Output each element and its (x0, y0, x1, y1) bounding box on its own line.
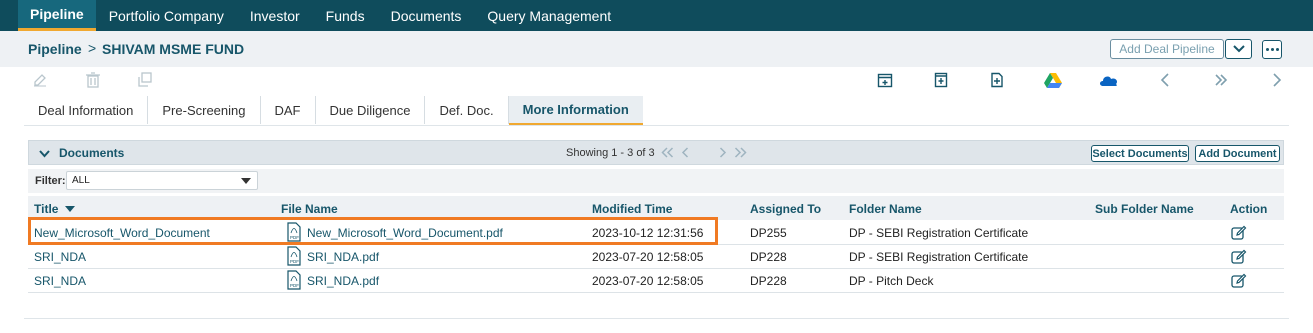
breadcrumb-root[interactable]: Pipeline (28, 41, 82, 57)
filter-select[interactable]: ALL (66, 171, 258, 190)
documents-panel: Documents Showing 1 - 3 of 3 Select Docu… (28, 140, 1284, 320)
first-page-icon[interactable] (660, 145, 674, 159)
tab-more-information[interactable]: More Information (508, 96, 643, 126)
calendar-add-icon[interactable] (876, 71, 894, 89)
tab-bar: Deal Information Pre-Screening DAF Due D… (24, 96, 643, 126)
breadcrumb-separator: > (88, 40, 97, 56)
column-modified-time[interactable]: Modified Time (592, 202, 672, 216)
svg-text:PDF: PDF (290, 235, 299, 240)
chevron-right-icon[interactable] (1268, 71, 1286, 89)
column-sub-folder-name[interactable]: Sub Folder Name (1095, 202, 1194, 216)
nav-investor[interactable]: Investor (237, 0, 313, 31)
dot (1275, 48, 1279, 51)
file-name-link[interactable]: New_Microsoft_Word_Document.pdf (307, 226, 503, 240)
nav-documents[interactable]: Documents (378, 0, 475, 31)
chevron-down-icon[interactable] (39, 146, 50, 161)
add-deal-pipeline-button[interactable]: Add Deal Pipeline (1110, 39, 1224, 59)
nav-funds[interactable]: Funds (313, 0, 378, 31)
more-options-button[interactable] (1262, 40, 1282, 59)
nav-portfolio-company[interactable]: Portfolio Company (96, 0, 237, 31)
table-header: Title File Name Modified Time Assigned T… (28, 196, 1284, 220)
google-drive-icon[interactable] (1044, 71, 1062, 89)
nav-query-management[interactable]: Query Management (474, 0, 624, 31)
nav-pipeline[interactable]: Pipeline (18, 0, 96, 31)
pdf-file-icon: PDF (287, 270, 301, 290)
delete-icon[interactable] (84, 71, 102, 89)
modified-time: 2023-10-12 12:31:56 (592, 226, 704, 240)
tab-daf[interactable]: DAF (261, 96, 316, 124)
svg-text:PDF: PDF (290, 283, 299, 288)
column-file-name[interactable]: File Name (281, 202, 338, 216)
tab-pre-screening[interactable]: Pre-Screening (148, 96, 261, 124)
next-page-icon[interactable] (716, 145, 730, 159)
dot (1265, 48, 1269, 51)
pdf-file-icon: PDF (287, 222, 301, 242)
folder-name: DP - Pitch Deck (849, 274, 934, 288)
document-export-icon[interactable] (932, 71, 950, 89)
breadcrumb: Pipeline > SHIVAM MSME FUND Add Deal Pip… (0, 31, 1313, 67)
documents-title[interactable]: Documents (59, 146, 124, 160)
file-add-icon[interactable] (988, 71, 1006, 89)
sort-descending-icon (64, 206, 75, 212)
table-row: New_Microsoft_Word_Document PDF New_Micr… (28, 221, 1284, 245)
assigned-to: DP228 (750, 274, 787, 288)
edit-icon[interactable] (1231, 225, 1247, 241)
edit-icon[interactable] (31, 71, 49, 89)
top-navigation: Pipeline Portfolio Company Investor Fund… (0, 0, 1313, 31)
modified-time: 2023-07-20 12:58:05 (592, 274, 704, 288)
double-chevron-right-icon[interactable] (1212, 71, 1230, 89)
column-folder-name[interactable]: Folder Name (849, 202, 922, 216)
divider (24, 318, 1289, 319)
edit-icon[interactable] (1231, 273, 1247, 289)
documents-panel-header: Documents Showing 1 - 3 of 3 Select Docu… (28, 140, 1284, 165)
add-document-button[interactable]: Add Document (1195, 145, 1280, 162)
pagination-status: Showing 1 - 3 of 3 (566, 147, 655, 159)
chevron-down-icon (1232, 45, 1245, 53)
pdf-file-icon: PDF (287, 246, 301, 266)
tab-def-doc[interactable]: Def. Doc. (425, 96, 509, 124)
assigned-to: DP228 (750, 250, 787, 264)
assigned-to: DP255 (750, 226, 787, 240)
document-title-link[interactable]: SRI_NDA (34, 274, 86, 288)
svg-text:PDF: PDF (290, 259, 299, 264)
folder-name: DP - SEBI Registration Certificate (849, 250, 1029, 264)
tab-due-diligence[interactable]: Due Diligence (316, 96, 426, 124)
filter-bar: Filter: ALL (28, 169, 1284, 193)
previous-page-icon[interactable] (678, 145, 692, 159)
document-title-link[interactable]: New_Microsoft_Word_Document (34, 226, 210, 240)
table-row: SRI_NDA PDF SRI_NDA.pdf 2023-07-20 12:58… (28, 245, 1284, 269)
copy-icon[interactable] (136, 71, 154, 89)
select-documents-button[interactable]: Select Documents (1091, 145, 1189, 162)
edit-icon[interactable] (1231, 249, 1247, 265)
modified-time: 2023-07-20 12:58:05 (592, 250, 704, 264)
file-name-link[interactable]: SRI_NDA.pdf (307, 250, 379, 264)
divider (24, 125, 1289, 126)
toolbar (0, 67, 1313, 95)
filter-value: ALL (72, 175, 90, 186)
add-deal-dropdown-button[interactable] (1225, 39, 1252, 59)
filter-label: Filter: (35, 175, 66, 187)
folder-name: DP - SEBI Registration Certificate (849, 226, 1029, 240)
tab-deal-information[interactable]: Deal Information (24, 96, 149, 124)
column-title[interactable]: Title (34, 202, 75, 216)
column-assigned-to[interactable]: Assigned To (750, 202, 821, 216)
document-title-link[interactable]: SRI_NDA (34, 250, 86, 264)
table-row: SRI_NDA PDF SRI_NDA.pdf 2023-07-20 12:58… (28, 269, 1284, 293)
page-title: SHIVAM MSME FUND (102, 41, 245, 57)
chevron-left-icon[interactable] (1156, 71, 1174, 89)
last-page-icon[interactable] (733, 145, 747, 159)
file-name-link[interactable]: SRI_NDA.pdf (307, 274, 379, 288)
dot (1270, 48, 1274, 51)
onedrive-icon[interactable] (1099, 71, 1119, 89)
column-action: Action (1230, 202, 1268, 216)
caret-down-icon (241, 178, 251, 184)
